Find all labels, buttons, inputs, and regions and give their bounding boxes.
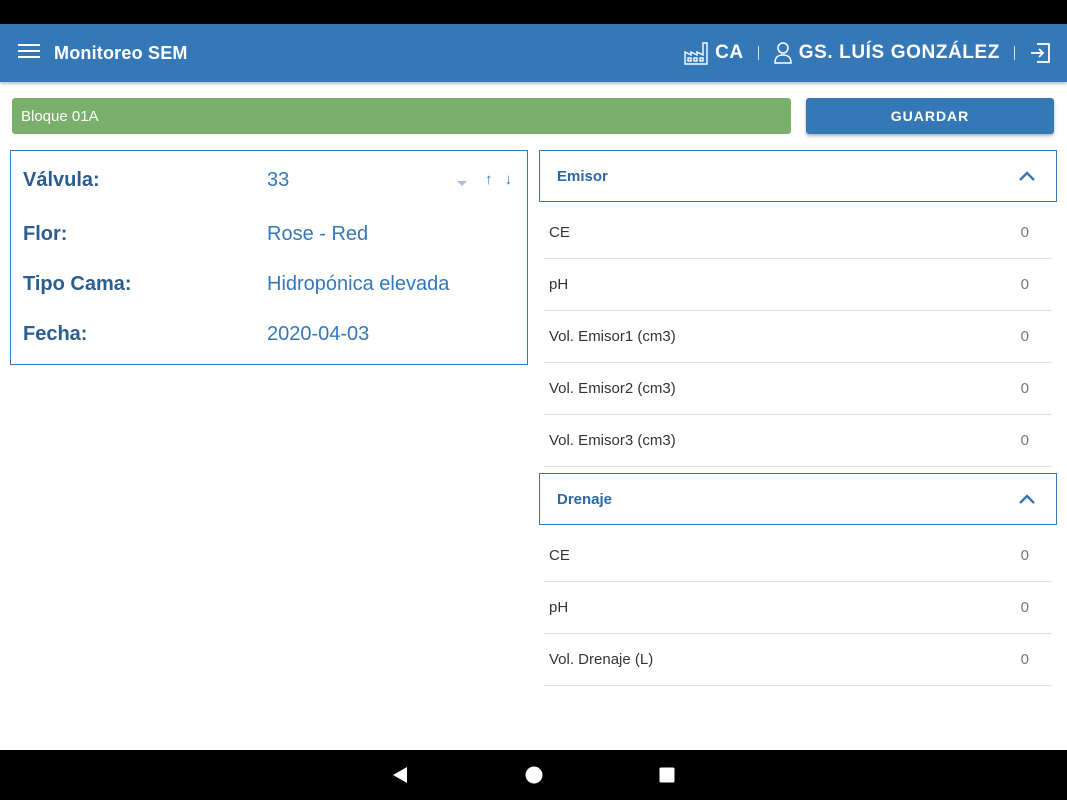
row-value[interactable]: 0 bbox=[1021, 276, 1029, 293]
menu-icon[interactable] bbox=[18, 44, 40, 62]
drenaje-title: Drenaje bbox=[557, 491, 613, 508]
fecha-row: Fecha: 2020-04-03 bbox=[23, 323, 523, 353]
chevron-up-icon bbox=[1018, 492, 1036, 510]
drenaje-row-ph[interactable]: pH 0 bbox=[544, 582, 1052, 634]
row-value[interactable]: 0 bbox=[1021, 380, 1029, 397]
system-nav-bar bbox=[0, 750, 1067, 800]
bloque-selector[interactable]: Bloque 01A bbox=[12, 98, 791, 134]
save-button[interactable]: GUARDAR bbox=[806, 98, 1054, 134]
emisor-section-header[interactable]: Emisor bbox=[539, 150, 1057, 202]
flor-value: Rose - Red bbox=[267, 223, 369, 245]
drenaje-row-vol-drenaje[interactable]: Vol. Drenaje (L) 0 bbox=[544, 634, 1052, 686]
valve-info-card: Válvula: 33 ↑ ↓ Flor: Rose - Red Tipo Ca… bbox=[10, 150, 528, 365]
row-label: pH bbox=[549, 599, 569, 616]
flor-row: Flor: Rose - Red bbox=[23, 223, 523, 253]
home-icon[interactable] bbox=[525, 766, 543, 789]
header-tools: CA GS. LUÍS GONZÁLEZ bbox=[683, 38, 1051, 68]
fecha-label: Fecha: bbox=[23, 323, 88, 345]
chevron-up-icon bbox=[1018, 169, 1036, 187]
row-label: Vol. Emisor3 (cm3) bbox=[549, 432, 676, 449]
drenaje-row-ce[interactable]: CE 0 bbox=[544, 530, 1052, 582]
row-label: CE bbox=[549, 547, 570, 564]
emisor-row-ph[interactable]: pH 0 bbox=[544, 259, 1052, 311]
divider bbox=[757, 46, 759, 60]
tipo-cama-label: Tipo Cama: bbox=[23, 273, 132, 295]
tipo-cama-row: Tipo Cama: Hidropónica elevada bbox=[23, 273, 523, 303]
site-code: CA bbox=[715, 42, 744, 63]
emisor-title: Emisor bbox=[557, 168, 608, 185]
emisor-row-vol-emisor3[interactable]: Vol. Emisor3 (cm3) 0 bbox=[544, 415, 1052, 467]
factory-icon bbox=[683, 40, 709, 66]
tipo-cama-value: Hidropónica elevada bbox=[267, 273, 450, 295]
row-label: pH bbox=[549, 276, 569, 293]
logout-icon bbox=[1029, 42, 1051, 64]
recents-icon[interactable] bbox=[659, 767, 675, 788]
row-label: CE bbox=[549, 224, 570, 241]
dropdown-arrow-icon[interactable] bbox=[457, 181, 467, 186]
app-screen: Monitoreo SEM CA GS. LUÍS GONZÁLEZ Bloqu… bbox=[0, 0, 1067, 800]
back-icon[interactable] bbox=[392, 766, 408, 789]
flor-label: Flor: bbox=[23, 223, 68, 245]
row-label: Vol. Emisor2 (cm3) bbox=[549, 380, 676, 397]
row-value[interactable]: 0 bbox=[1021, 651, 1029, 668]
emisor-row-ce[interactable]: CE 0 bbox=[544, 207, 1052, 259]
emisor-row-vol-emisor1[interactable]: Vol. Emisor1 (cm3) 0 bbox=[544, 311, 1052, 363]
valvula-label: Válvula: bbox=[23, 169, 100, 191]
user-icon bbox=[773, 41, 793, 65]
row-value[interactable]: 0 bbox=[1021, 224, 1029, 241]
row-value[interactable]: 0 bbox=[1021, 328, 1029, 345]
user-menu[interactable]: GS. LUÍS GONZÁLEZ bbox=[773, 41, 1000, 65]
row-label: Vol. Drenaje (L) bbox=[549, 651, 654, 668]
row-value[interactable]: 0 bbox=[1021, 432, 1029, 449]
row-label: Vol. Emisor1 (cm3) bbox=[549, 328, 676, 345]
user-name: GS. LUÍS GONZÁLEZ bbox=[798, 42, 1000, 63]
fecha-value: 2020-04-03 bbox=[267, 323, 370, 345]
valvula-select[interactable]: 33 bbox=[267, 169, 289, 192]
sort-arrows-icon[interactable]: ↑ ↓ bbox=[485, 171, 516, 188]
app-bar: Monitoreo SEM CA GS. LUÍS GONZÁLEZ bbox=[0, 24, 1067, 82]
divider bbox=[1014, 46, 1015, 60]
row-value[interactable]: 0 bbox=[1021, 599, 1029, 616]
status-bar bbox=[0, 0, 1067, 24]
site-selector[interactable]: CA bbox=[683, 40, 744, 66]
valvula-row: Válvula: 33 ↑ ↓ bbox=[23, 169, 523, 199]
logout-button[interactable] bbox=[1029, 42, 1051, 64]
drenaje-section-header[interactable]: Drenaje bbox=[539, 473, 1057, 525]
row-value[interactable]: 0 bbox=[1021, 547, 1029, 564]
emisor-row-vol-emisor2[interactable]: Vol. Emisor2 (cm3) 0 bbox=[544, 363, 1052, 415]
app-title: Monitoreo SEM bbox=[54, 43, 188, 63]
